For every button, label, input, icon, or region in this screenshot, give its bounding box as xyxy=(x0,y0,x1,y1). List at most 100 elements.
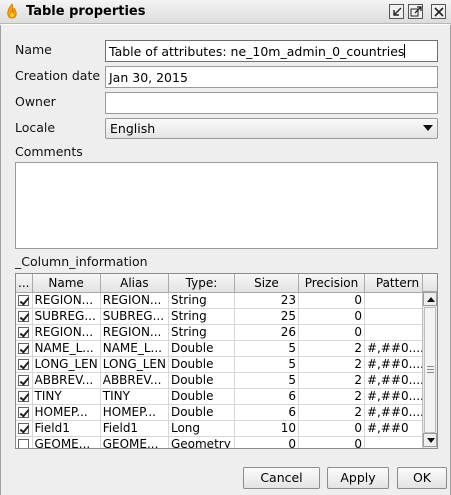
vertical-scrollbar[interactable] xyxy=(422,292,437,448)
maximize-icon[interactable] xyxy=(408,4,423,19)
cell-precision[interactable]: 2 xyxy=(298,404,365,421)
column-header-name[interactable]: Name xyxy=(32,274,101,293)
cancel-button[interactable]: Cancel xyxy=(243,467,320,489)
row-checkbox[interactable] xyxy=(18,295,30,306)
cell-precision[interactable]: 0 xyxy=(298,420,365,437)
cell-name[interactable]: REGION... xyxy=(32,292,101,309)
row-checkbox[interactable] xyxy=(18,391,30,402)
close-icon[interactable] xyxy=(431,4,446,19)
row-checkbox[interactable] xyxy=(18,423,30,434)
owner-field[interactable] xyxy=(105,92,438,114)
table-row[interactable]: REGION... REGION... String 26 0 xyxy=(16,324,431,341)
cell-precision[interactable]: 0 xyxy=(298,324,365,341)
cell-pattern[interactable] xyxy=(364,436,431,448)
cell-type[interactable]: String xyxy=(168,292,235,309)
cell-alias[interactable]: REGION... xyxy=(100,324,169,341)
cell-type[interactable]: Geometry xyxy=(168,436,235,448)
cell-size[interactable]: 5 xyxy=(234,356,299,373)
cell-size[interactable]: 0 xyxy=(234,436,299,448)
column-header-select[interactable]: ... xyxy=(16,274,33,293)
cell-precision[interactable]: 0 xyxy=(298,292,365,309)
cell-alias[interactable]: NAME_L... xyxy=(100,340,169,357)
cell-alias[interactable]: Field1 xyxy=(100,420,169,437)
cell-alias[interactable]: LONG_LEN xyxy=(100,356,169,373)
cell-size[interactable]: 5 xyxy=(234,372,299,389)
cell-size[interactable]: 5 xyxy=(234,340,299,357)
cell-pattern[interactable] xyxy=(364,292,431,309)
cell-size[interactable]: 26 xyxy=(234,324,299,341)
cell-pattern[interactable]: #,##0.... xyxy=(364,340,431,357)
table-row[interactable]: TINY TINY Double 6 2 #,##0.... xyxy=(16,388,431,405)
cell-name[interactable]: REGION... xyxy=(32,324,101,341)
cell-type[interactable]: Double xyxy=(168,340,235,357)
cell-name[interactable]: LONG_LEN xyxy=(32,356,101,373)
cell-alias[interactable]: HOMEP... xyxy=(100,404,169,421)
cell-type[interactable]: Double xyxy=(168,404,235,421)
cell-size[interactable]: 10 xyxy=(234,420,299,437)
table-row[interactable]: SUBREG... SUBREG... String 25 0 xyxy=(16,308,431,325)
scrollbar-thumb[interactable] xyxy=(424,307,436,433)
cell-name[interactable]: SUBREG... xyxy=(32,308,101,325)
table-row[interactable]: Field1 Field1 Long 10 0 #,##0 xyxy=(16,420,431,437)
table-row[interactable]: NAME_L... NAME_L... Double 5 2 #,##0.... xyxy=(16,340,431,357)
cell-size[interactable]: 23 xyxy=(234,292,299,309)
cell-size[interactable]: 25 xyxy=(234,308,299,325)
cell-name[interactable]: NAME_L... xyxy=(32,340,101,357)
scroll-up-icon[interactable] xyxy=(423,292,437,306)
cell-alias[interactable]: TINY xyxy=(100,388,169,405)
row-checkbox[interactable] xyxy=(18,407,30,418)
cell-name[interactable]: GEOME... xyxy=(32,436,101,448)
cell-precision[interactable]: 2 xyxy=(298,372,365,389)
cell-pattern[interactable]: #,##0.... xyxy=(364,404,431,421)
cell-pattern[interactable] xyxy=(364,324,431,341)
cell-precision[interactable]: 2 xyxy=(298,340,365,357)
cell-precision[interactable]: 2 xyxy=(298,356,365,373)
cell-type[interactable]: String xyxy=(168,324,235,341)
table-row[interactable]: LONG_LEN LONG_LEN Double 5 2 #,##0.... xyxy=(16,356,431,373)
column-header-type[interactable]: Type: xyxy=(168,274,235,293)
cell-alias[interactable]: SUBREG... xyxy=(100,308,169,325)
cell-name[interactable]: HOMEP... xyxy=(32,404,101,421)
cell-type[interactable]: Double xyxy=(168,388,235,405)
row-checkbox[interactable] xyxy=(18,359,30,370)
table-row[interactable]: GEOME... GEOME... Geometry 0 0 xyxy=(16,436,431,448)
cell-pattern[interactable]: #,##0.... xyxy=(364,372,431,389)
creation-date-field[interactable]: Jan 30, 2015 xyxy=(105,66,438,88)
row-checkbox[interactable] xyxy=(18,375,30,386)
row-checkbox[interactable] xyxy=(18,343,30,354)
cell-pattern[interactable]: #,##0.... xyxy=(364,388,431,405)
cell-name[interactable]: ABBREV... xyxy=(32,372,101,389)
cell-alias[interactable]: GEOME... xyxy=(100,436,169,448)
cell-type[interactable]: Long xyxy=(168,420,235,437)
row-checkbox[interactable] xyxy=(18,311,30,322)
row-checkbox[interactable] xyxy=(18,439,30,448)
scroll-down-icon[interactable] xyxy=(423,433,437,447)
cell-size[interactable]: 6 xyxy=(234,388,299,405)
column-header-pattern[interactable]: Pattern xyxy=(364,274,431,293)
cell-precision[interactable]: 0 xyxy=(298,436,365,448)
cell-pattern[interactable] xyxy=(364,308,431,325)
cell-name[interactable]: Field1 xyxy=(32,420,101,437)
cell-alias[interactable]: REGION... xyxy=(100,292,169,309)
cell-size[interactable]: 6 xyxy=(234,404,299,421)
comments-textarea[interactable] xyxy=(15,162,438,249)
cell-type[interactable]: String xyxy=(168,308,235,325)
cell-name[interactable]: TINY xyxy=(32,388,101,405)
row-checkbox[interactable] xyxy=(18,327,30,338)
cell-type[interactable]: Double xyxy=(168,372,235,389)
cell-precision[interactable]: 0 xyxy=(298,308,365,325)
locale-select[interactable]: English xyxy=(105,118,438,139)
cell-precision[interactable]: 2 xyxy=(298,388,365,405)
column-header-precision[interactable]: Precision xyxy=(298,274,365,293)
table-row[interactable]: REGION... REGION... String 23 0 xyxy=(16,292,431,309)
column-header-size[interactable]: Size xyxy=(234,274,299,293)
column-header-alias[interactable]: Alias xyxy=(100,274,169,293)
cell-pattern[interactable]: #,##0 xyxy=(364,420,431,437)
ok-button[interactable]: OK xyxy=(397,467,447,489)
name-field[interactable]: Table of attributes: ne_10m_admin_0_coun… xyxy=(105,40,438,62)
cell-pattern[interactable]: #,##0.... xyxy=(364,356,431,373)
table-row[interactable]: HOMEP... HOMEP... Double 6 2 #,##0.... xyxy=(16,404,431,421)
table-row[interactable]: ABBREV... ABBREV... Double 5 2 #,##0.... xyxy=(16,372,431,389)
cell-type[interactable]: Double xyxy=(168,356,235,373)
minimize-icon[interactable] xyxy=(389,4,404,19)
